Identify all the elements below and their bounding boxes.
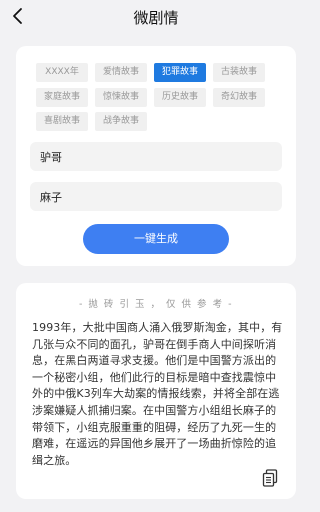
character-name-1-input[interactable]: [30, 142, 282, 171]
page-title: 微剧情: [133, 9, 179, 27]
tag-war[interactable]: 战争故事: [95, 112, 147, 131]
tag-thriller[interactable]: 惊悚故事: [95, 88, 147, 107]
tag-history[interactable]: 历史故事: [154, 88, 206, 107]
tag-comedy[interactable]: 喜剧故事: [36, 112, 88, 131]
copy-icon[interactable]: [262, 469, 278, 487]
result-card: - 抛 砖 引 玉 ， 仅 供 参 考 - 1993年，大批中国商人涌入俄罗斯淘…: [16, 283, 296, 499]
reference-hint: - 抛 砖 引 玉 ， 仅 供 参 考 -: [78, 299, 234, 310]
tag-crime[interactable]: 犯罪故事: [154, 63, 206, 82]
generate-button[interactable]: 一键生成: [83, 224, 229, 254]
tag-love[interactable]: 爱情故事: [95, 63, 147, 82]
tag-family[interactable]: 家庭故事: [36, 88, 88, 107]
tag-year[interactable]: XXXX年: [36, 63, 88, 82]
nav-bar: 微剧情: [0, 0, 312, 34]
character-name-2-input[interactable]: [30, 182, 282, 211]
tag-costume[interactable]: 古装故事: [213, 63, 265, 82]
input-card: XXXX年 爱情故事 犯罪故事 古装故事 家庭故事 惊悚故事 历史故事 奇幻故事…: [16, 46, 296, 266]
story-text: 1993年，大批中国商人涌入俄罗斯淘金，其中，有几张与众不同的面孔，驴哥在倒手商…: [32, 321, 283, 467]
tag-fantasy[interactable]: 奇幻故事: [213, 88, 265, 107]
